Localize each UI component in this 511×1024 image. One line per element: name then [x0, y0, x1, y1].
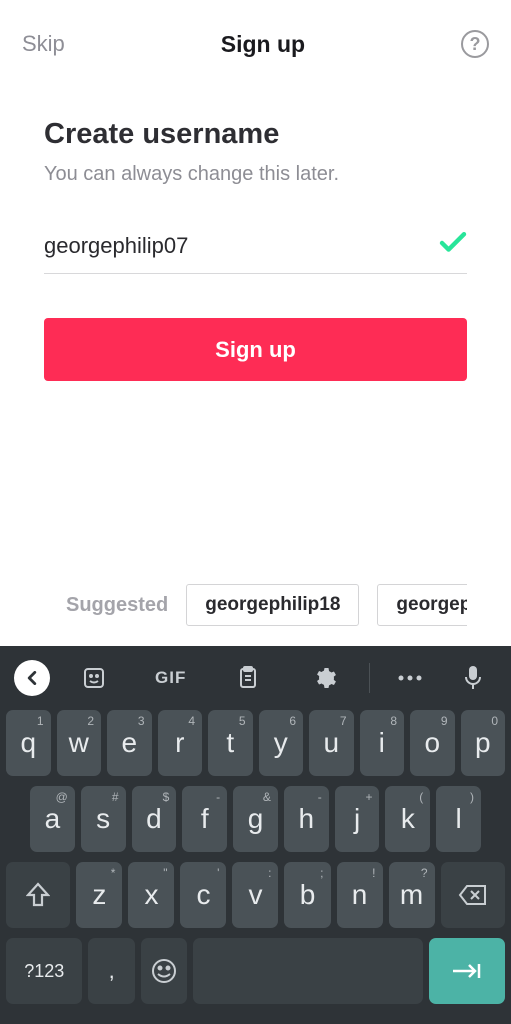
key-emoji[interactable] [141, 938, 187, 1004]
page-title: Sign up [221, 31, 305, 58]
username-input[interactable] [44, 233, 439, 259]
key-enter[interactable] [429, 938, 505, 1004]
key-w[interactable]: w2 [57, 710, 102, 776]
more-icon[interactable] [380, 674, 440, 682]
keyboard-back-button[interactable] [14, 660, 50, 696]
key-u[interactable]: u7 [309, 710, 354, 776]
subheading: You can always change this later. [44, 163, 467, 186]
key-comma[interactable]: , [88, 938, 134, 1004]
key-b[interactable]: b; [284, 862, 330, 928]
divider [369, 663, 370, 693]
key-x[interactable]: x" [128, 862, 174, 928]
key-r[interactable]: r4 [158, 710, 203, 776]
key-c[interactable]: c' [180, 862, 226, 928]
suggested-label: Suggested [66, 594, 168, 617]
key-h[interactable]: h- [284, 786, 329, 852]
key-e[interactable]: e3 [107, 710, 152, 776]
key-v[interactable]: v: [232, 862, 278, 928]
key-l[interactable]: l) [436, 786, 481, 852]
key-n[interactable]: n! [337, 862, 383, 928]
username-input-row [44, 232, 467, 274]
key-g[interactable]: g& [233, 786, 278, 852]
skip-button[interactable]: Skip [22, 31, 65, 57]
key-shift[interactable] [6, 862, 70, 928]
key-space[interactable] [193, 938, 422, 1004]
key-i[interactable]: i8 [360, 710, 405, 776]
key-d[interactable]: d$ [132, 786, 177, 852]
gif-button[interactable]: GIF [137, 668, 204, 688]
signup-button[interactable]: Sign up [44, 318, 467, 381]
key-q[interactable]: q1 [6, 710, 51, 776]
clipboard-icon[interactable] [214, 666, 281, 690]
key-f[interactable]: f- [182, 786, 227, 852]
suggestion-chip[interactable]: georgephilip18 [186, 584, 359, 626]
check-icon [439, 232, 467, 259]
gear-icon[interactable] [291, 666, 358, 690]
heading: Create username [44, 118, 467, 151]
key-o[interactable]: o9 [410, 710, 455, 776]
mic-icon[interactable] [450, 665, 497, 691]
key-a[interactable]: a@ [30, 786, 75, 852]
key-j[interactable]: j+ [335, 786, 380, 852]
key-numbers[interactable]: ?123 [6, 938, 82, 1004]
key-y[interactable]: y6 [259, 710, 304, 776]
key-p[interactable]: p0 [461, 710, 506, 776]
key-s[interactable]: s# [81, 786, 126, 852]
key-z[interactable]: z* [76, 862, 122, 928]
keyboard: GIF q1w2e3r4t5y6u7i8o9p0 a@s#d$f-g&h-j+k… [0, 646, 511, 1024]
help-icon[interactable]: ? [461, 30, 489, 58]
key-k[interactable]: k( [385, 786, 430, 852]
key-t[interactable]: t5 [208, 710, 253, 776]
sticker-icon[interactable] [60, 666, 127, 690]
key-m[interactable]: m? [389, 862, 435, 928]
suggested-row: Suggested georgephilip18 georgephilip28 [44, 584, 467, 646]
key-backspace[interactable] [441, 862, 505, 928]
suggestion-chip[interactable]: georgephilip28 [377, 584, 467, 626]
